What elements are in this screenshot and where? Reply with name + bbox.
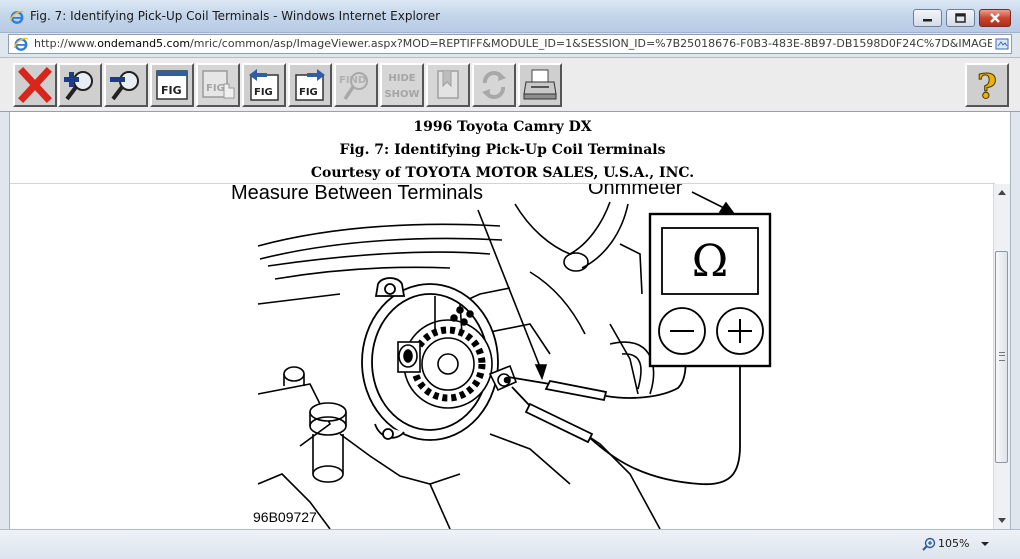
zoom-out-icon: [110, 71, 139, 101]
hide-text: HIDE: [388, 73, 415, 84]
help-button[interactable]: ?: [965, 63, 1009, 107]
help-text: ?: [977, 67, 997, 104]
fig-window-text: FIG: [161, 84, 182, 97]
figure-caption: 1996 Toyota Camry DX Fig. 7: Identifying…: [10, 112, 995, 184]
pickup-coil-drawing: Ω Measure Between Terminals Ohmmeter 96B…: [231, 177, 772, 529]
close-icon: [990, 13, 1000, 23]
fig-previous-text: FIG: [254, 87, 273, 98]
refresh-button[interactable]: [472, 63, 516, 107]
scroll-down-arrow-icon[interactable]: [998, 518, 1006, 523]
figure-reference-code: 96B09727: [253, 509, 317, 525]
viewer-toolbar: FIG FIG FIG FIG FIND HIDE SHOW ?: [0, 57, 1020, 112]
url-text[interactable]: http://www.ondemand5.com/mric/common/asp…: [34, 37, 992, 50]
fig-hand-icon: FIG: [202, 70, 235, 99]
zoom-magnifier-icon[interactable]: [922, 537, 936, 551]
page-ie-icon: [13, 37, 29, 51]
zoom-dropdown-arrow-icon[interactable]: [981, 542, 989, 546]
minimize-button[interactable]: [913, 9, 942, 27]
next-figure-button[interactable]: FIG: [288, 63, 332, 107]
internet-explorer-icon: [9, 10, 25, 24]
measure-between-terminals-label: Measure Between Terminals: [231, 184, 483, 204]
zoom-in-icon: [64, 71, 93, 101]
hide-show-button[interactable]: HIDE SHOW: [380, 63, 424, 107]
zoom-out-button[interactable]: [104, 63, 148, 107]
figure-hand-button[interactable]: FIG: [196, 63, 240, 107]
fig-next-text: FIG: [299, 87, 318, 98]
vehicle-title: 1996 Toyota Camry DX: [413, 119, 592, 135]
close-x-icon: [18, 67, 52, 103]
status-bar: 105%: [0, 529, 1020, 559]
pickup-coil-illustration: Ω Measure Between Terminals Ohmmeter 96B…: [10, 177, 995, 529]
bookmark-button[interactable]: [426, 63, 470, 107]
find-icon: FIND: [339, 72, 368, 100]
window-title-bar[interactable]: Fig. 7: Identifying Pick-Up Coil Termina…: [0, 0, 1020, 33]
refresh-icon: [482, 71, 506, 99]
bookmark-icon: [437, 70, 459, 99]
print-button[interactable]: [518, 63, 562, 107]
fig-window-icon: FIG: [156, 70, 188, 100]
window-close-button[interactable]: [979, 9, 1011, 27]
maximize-button[interactable]: [946, 9, 975, 27]
image-viewer-content: 1996 Toyota Camry DX Fig. 7: Identifying…: [9, 112, 1011, 529]
figure-courtesy: Courtesy of TOYOTA MOTOR SALES, U.S.A., …: [310, 165, 695, 181]
compatibility-view-icon[interactable]: [995, 37, 1009, 51]
previous-figure-button[interactable]: FIG: [242, 63, 286, 107]
fig-next-icon: FIG: [295, 69, 325, 101]
figure-window-button[interactable]: FIG: [150, 63, 194, 107]
fig-hand-text: FIG: [206, 83, 225, 94]
ohmmeter-label: Ohmmeter: [588, 184, 683, 199]
restore-icon: [955, 13, 966, 23]
zoom-in-button[interactable]: [58, 63, 102, 107]
show-text: SHOW: [384, 89, 419, 100]
window-title: Fig. 7: Identifying Pick-Up Coil Termina…: [30, 9, 441, 23]
print-icon: [523, 69, 557, 100]
scroll-thumb[interactable]: [995, 251, 1008, 463]
scroll-up-arrow-icon[interactable]: [998, 190, 1006, 195]
close-viewer-button[interactable]: [13, 63, 57, 107]
scroll-grip-icon: [999, 352, 1005, 361]
ohm-symbol: Ω: [692, 236, 728, 287]
hide-show-icon: HIDE SHOW: [384, 73, 419, 100]
fig-previous-icon: FIG: [249, 69, 279, 101]
address-bar[interactable]: http://www.ondemand5.com/mric/common/asp…: [8, 34, 1012, 54]
minimize-icon: [923, 19, 932, 22]
help-icon: ?: [977, 67, 998, 105]
figure-title: Fig. 7: Identifying Pick-Up Coil Termina…: [339, 142, 666, 158]
vertical-scrollbar[interactable]: [993, 184, 1010, 529]
find-button[interactable]: FIND: [334, 63, 378, 107]
zoom-level[interactable]: 105%: [938, 537, 969, 550]
